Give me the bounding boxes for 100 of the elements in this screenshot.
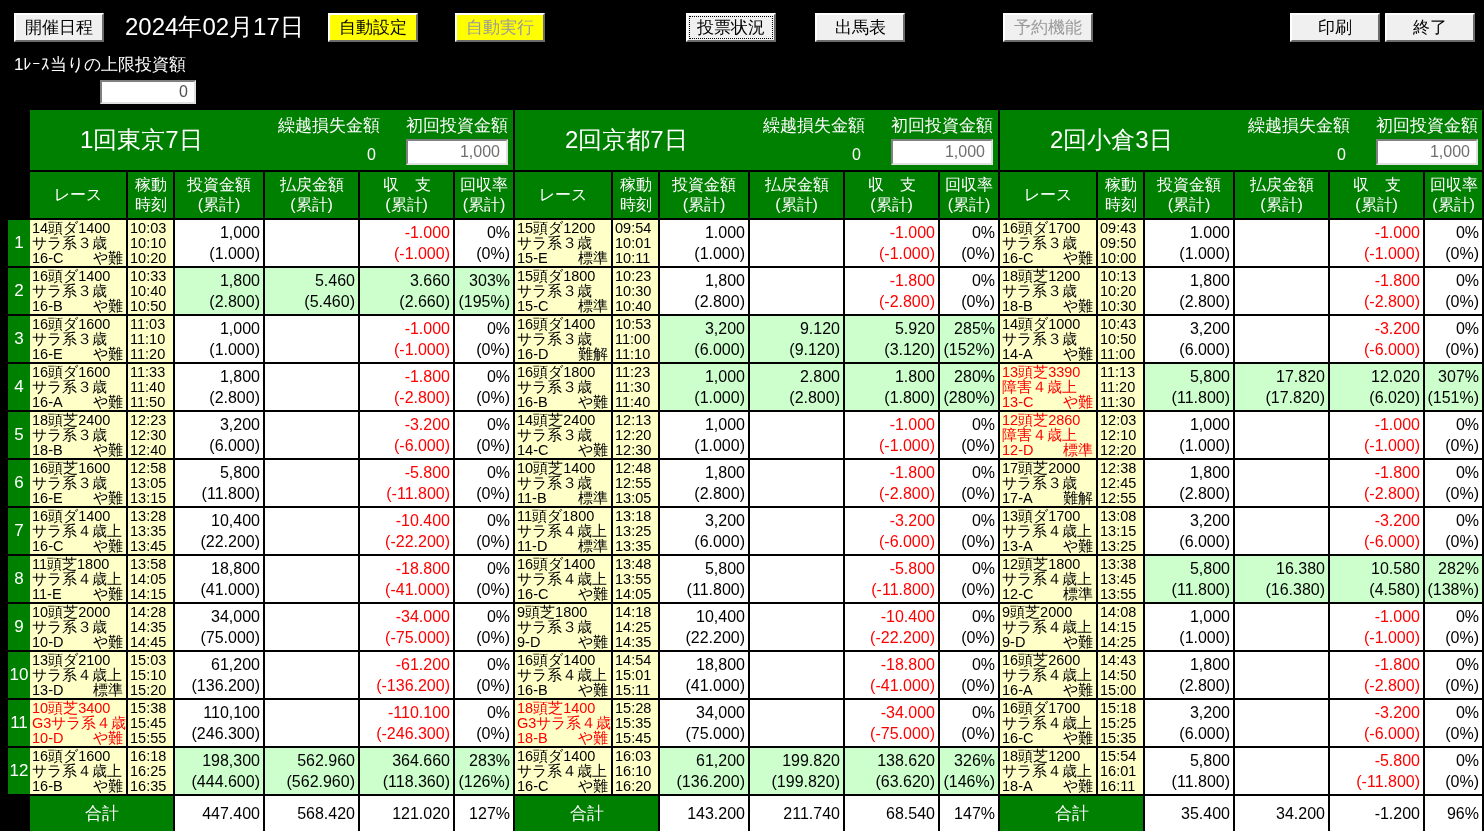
initial-amount-input[interactable]: 1,000 bbox=[406, 139, 508, 165]
toolbar-button[interactable]: 開催日程 bbox=[14, 13, 104, 42]
race-info-cell: 16頭ダ1400 サラ系３歳 16-B や難 bbox=[30, 268, 128, 316]
table-cell: -110.100 (-246.300) bbox=[360, 700, 455, 748]
time-cell: 16:03 16:10 16:20 bbox=[613, 748, 660, 796]
column-header: 回収率 (累計) bbox=[455, 172, 515, 220]
table-cell: 1,000 (1.000) bbox=[175, 220, 265, 268]
total-cell: 447.400 bbox=[175, 796, 265, 831]
table-cell: -61.200 (-136.200) bbox=[360, 652, 455, 700]
table-cell: -5.800 (-11.800) bbox=[845, 556, 940, 604]
total-label: 合計 bbox=[515, 796, 660, 831]
time-cell: 14:28 14:35 14:45 bbox=[128, 604, 175, 652]
race-info-cell: 17頭芝2000 サラ系３歳 17-A 難解 bbox=[1000, 460, 1098, 508]
column-header: 稼動 時刻 bbox=[1098, 172, 1145, 220]
time-cell: 10:53 11:00 11:10 bbox=[613, 316, 660, 364]
table-cell: -1.000 (-1.000) bbox=[1330, 220, 1425, 268]
race-info-cell: 14頭芝2400 サラ系３歳 14-C や難 bbox=[515, 412, 613, 460]
row-number: 12 bbox=[8, 748, 30, 796]
table-cell: 0% (0%) bbox=[1425, 652, 1484, 700]
total-cell: 121.020 bbox=[360, 796, 455, 831]
total-cell: 568.420 bbox=[265, 796, 360, 831]
table-cell: 0% (0%) bbox=[1425, 412, 1484, 460]
initial-amount-input[interactable]: 1,000 bbox=[1376, 139, 1478, 165]
race-info-cell: 11頭芝1800 サラ系４歳上 11-E や難 bbox=[30, 556, 128, 604]
race-info-cell: 13頭ダ2100 サラ系４歳上 13-D 標準 bbox=[30, 652, 128, 700]
table-cell: 61,200 (136.200) bbox=[175, 652, 265, 700]
table-cell: 1,800 (2.800) bbox=[1145, 460, 1235, 508]
limit-input[interactable]: 0 bbox=[100, 80, 196, 104]
limit-label: 1ﾚｰｽ当りの上限投資額 bbox=[14, 54, 187, 76]
table-cell: 0% (0%) bbox=[940, 556, 1000, 604]
toolbar-button[interactable]: 投票状況 bbox=[686, 13, 776, 42]
table-cell: 1,000 (1.000) bbox=[1145, 412, 1235, 460]
toolbar-button[interactable]: 印刷 bbox=[1290, 13, 1380, 42]
toolbar-button[interactable]: 終了 bbox=[1385, 13, 1475, 42]
table-cell: 562.960 (562.960) bbox=[265, 748, 360, 796]
table-cell: 5.920 (3.120) bbox=[845, 316, 940, 364]
table-cell: 0% (0%) bbox=[940, 412, 1000, 460]
total-cell: 34.200 bbox=[1235, 796, 1330, 831]
row-number: 10 bbox=[8, 652, 30, 700]
time-cell: 13:18 13:25 13:35 bbox=[613, 508, 660, 556]
toolbar-button[interactable]: 自動設定 bbox=[328, 13, 418, 42]
time-cell: 10:43 10:50 11:00 bbox=[1098, 316, 1145, 364]
table-cell: 5,800 (11.800) bbox=[1145, 364, 1235, 412]
table-cell: -34.000 (-75.000) bbox=[360, 604, 455, 652]
table-cell: 0% (0%) bbox=[455, 556, 515, 604]
race-info-cell: 14頭ダ1000 サラ系３歳 14-A や難 bbox=[1000, 316, 1098, 364]
table-cell: 3,200 (6.000) bbox=[660, 316, 750, 364]
table-cell: 0% (0%) bbox=[1425, 316, 1484, 364]
table-cell: 1,800 (2.800) bbox=[660, 460, 750, 508]
total-cell: -1.200 bbox=[1330, 796, 1425, 831]
column-header: 払戻金額 (累計) bbox=[265, 172, 360, 220]
total-cell: 96% bbox=[1425, 796, 1484, 831]
column-header: 収 支 (累計) bbox=[845, 172, 940, 220]
table-cell: 0% (0%) bbox=[940, 700, 1000, 748]
time-cell: 11:13 11:20 11:30 bbox=[1098, 364, 1145, 412]
column-header: レース bbox=[515, 172, 613, 220]
race-info-cell: 9頭芝1800 サラ系３歳 9-D や難 bbox=[515, 604, 613, 652]
time-cell: 11:03 11:10 11:20 bbox=[128, 316, 175, 364]
table-cell: -34.000 (-75.000) bbox=[845, 700, 940, 748]
table-cell: 3,200 (6.000) bbox=[1145, 700, 1235, 748]
total-cell: 147% bbox=[940, 796, 1000, 831]
toolbar-button[interactable]: 出馬表 bbox=[815, 13, 905, 42]
column-header: レース bbox=[30, 172, 128, 220]
table-cell: 0% (0%) bbox=[940, 220, 1000, 268]
initial-amount-label: 初回投資金額 bbox=[1376, 115, 1478, 137]
table-cell: 282% (138%) bbox=[1425, 556, 1484, 604]
time-cell: 14:43 14:50 15:00 bbox=[1098, 652, 1145, 700]
race-info-cell: 18頭芝1200 サラ系３歳 18-B や難 bbox=[1000, 268, 1098, 316]
race-info-cell: 16頭ダ1600 サラ系４歳上 16-B や難 bbox=[30, 748, 128, 796]
table-cell: 0% (0%) bbox=[455, 412, 515, 460]
time-cell: 14:08 14:15 14:25 bbox=[1098, 604, 1145, 652]
race-info-cell: 16頭ダ1600 サラ系３歳 16-E や難 bbox=[30, 316, 128, 364]
table-cell: 0% (0%) bbox=[940, 268, 1000, 316]
initial-amount-input[interactable]: 1,000 bbox=[891, 139, 993, 165]
table-cell: 5.460 (5.460) bbox=[265, 268, 360, 316]
table-cell: 17.820 (17.820) bbox=[1235, 364, 1330, 412]
table-cell: 326% (146%) bbox=[940, 748, 1000, 796]
race-info-cell: 18頭芝1400 G3サラ系４歳 18-B や難 bbox=[515, 700, 613, 748]
race-info-cell: 13頭芝3390 障害４歳上 13-C や難 bbox=[1000, 364, 1098, 412]
time-cell: 09:54 10:01 10:11 bbox=[613, 220, 660, 268]
row-number: 2 bbox=[8, 268, 30, 316]
table-cell: 138.620 (63.620) bbox=[845, 748, 940, 796]
time-cell: 13:48 13:55 14:05 bbox=[613, 556, 660, 604]
time-cell: 12:13 12:20 12:30 bbox=[613, 412, 660, 460]
table-cell: -10.400 (-22.200) bbox=[845, 604, 940, 652]
table-cell: 34,000 (75.000) bbox=[660, 700, 750, 748]
table-cell: 10,400 (22.200) bbox=[660, 604, 750, 652]
table-cell: 18,800 (41.000) bbox=[175, 556, 265, 604]
time-cell: 11:23 11:30 11:40 bbox=[613, 364, 660, 412]
time-cell: 15:54 16:01 16:11 bbox=[1098, 748, 1145, 796]
table-cell: 1,800 (2.800) bbox=[1145, 652, 1235, 700]
table-cell: 0% (0%) bbox=[1425, 268, 1484, 316]
time-cell: 10:03 10:10 10:20 bbox=[128, 220, 175, 268]
race-info-cell: 16頭ダ1400 サラ系４歳上 16-C や難 bbox=[515, 748, 613, 796]
table-cell: -5.800 (-11.800) bbox=[1330, 748, 1425, 796]
table-cell: 12.020 (6.020) bbox=[1330, 364, 1425, 412]
initial-amount-label: 初回投資金額 bbox=[406, 115, 508, 137]
table-cell: 9.120 (9.120) bbox=[750, 316, 845, 364]
table-cell: 10.580 (4.580) bbox=[1330, 556, 1425, 604]
table-cell: -1.000 (-1.000) bbox=[360, 220, 455, 268]
